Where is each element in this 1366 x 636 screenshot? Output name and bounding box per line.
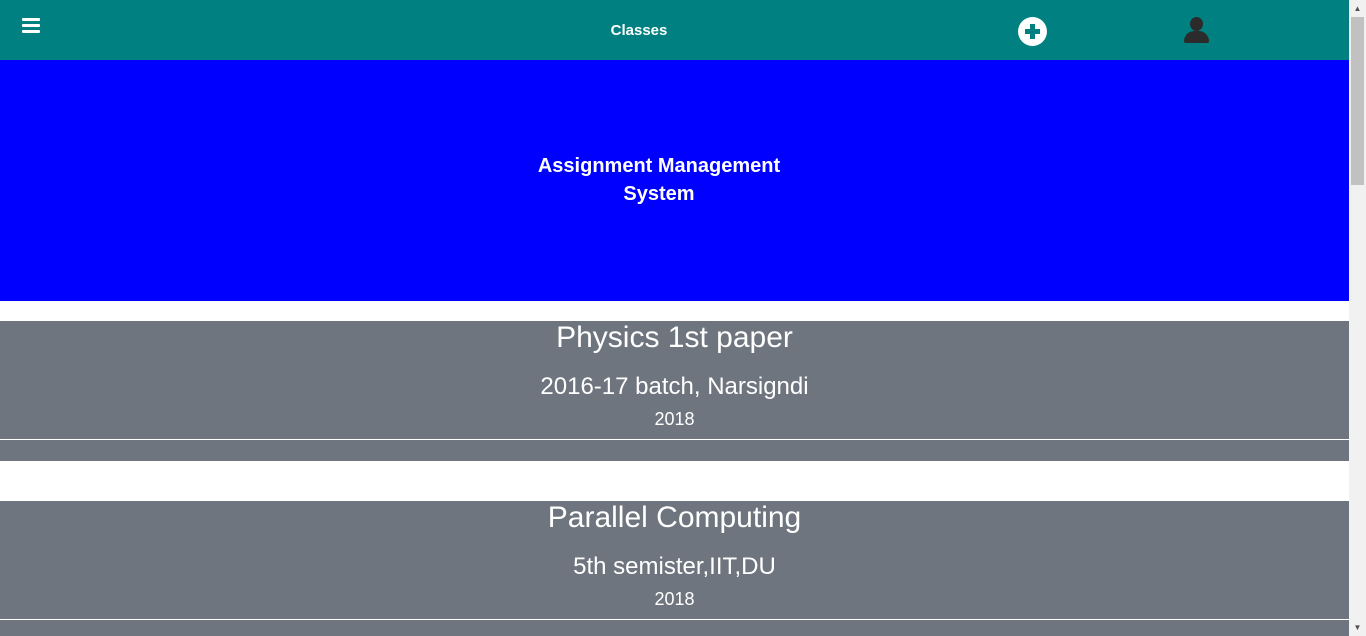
- hero-title: Assignment Management System: [0, 152, 1318, 208]
- vertical-scrollbar[interactable]: ▲ ▼: [1349, 0, 1366, 636]
- class-section: 2016-17 batch, Narsigndi: [540, 373, 809, 400]
- hero-title-line-2: System: [623, 183, 695, 205]
- class-name: Physics 1st paper: [556, 321, 793, 354]
- class-name: Parallel Computing: [547, 501, 802, 534]
- class-year: 2018: [654, 589, 695, 609]
- class-card[interactable]: Parallel Computing 5th semister,IIT,DU 2…: [0, 501, 1349, 636]
- hero-title-line-1: Assignment Management: [537, 155, 781, 177]
- class-card[interactable]: Physics 1st paper 2016-17 batch, Narsign…: [0, 321, 1349, 461]
- page: Classes Assignment Management System Phy…: [0, 0, 1349, 636]
- hero-banner: Assignment Management System: [0, 60, 1349, 301]
- scroll-up-arrow-icon[interactable]: ▲: [1349, 0, 1366, 17]
- user-icon[interactable]: [1183, 16, 1210, 44]
- page-title: Classes: [610, 22, 668, 39]
- divider: [0, 439, 1349, 440]
- class-section: 5th semister,IIT,DU: [573, 553, 776, 580]
- top-navbar: Classes: [0, 0, 1349, 60]
- class-year: 2018: [654, 409, 695, 429]
- scroll-down-arrow-icon[interactable]: ▼: [1349, 619, 1366, 636]
- scrollbar-thumb[interactable]: [1351, 17, 1364, 185]
- add-class-button[interactable]: [1018, 17, 1047, 46]
- divider: [0, 619, 1349, 620]
